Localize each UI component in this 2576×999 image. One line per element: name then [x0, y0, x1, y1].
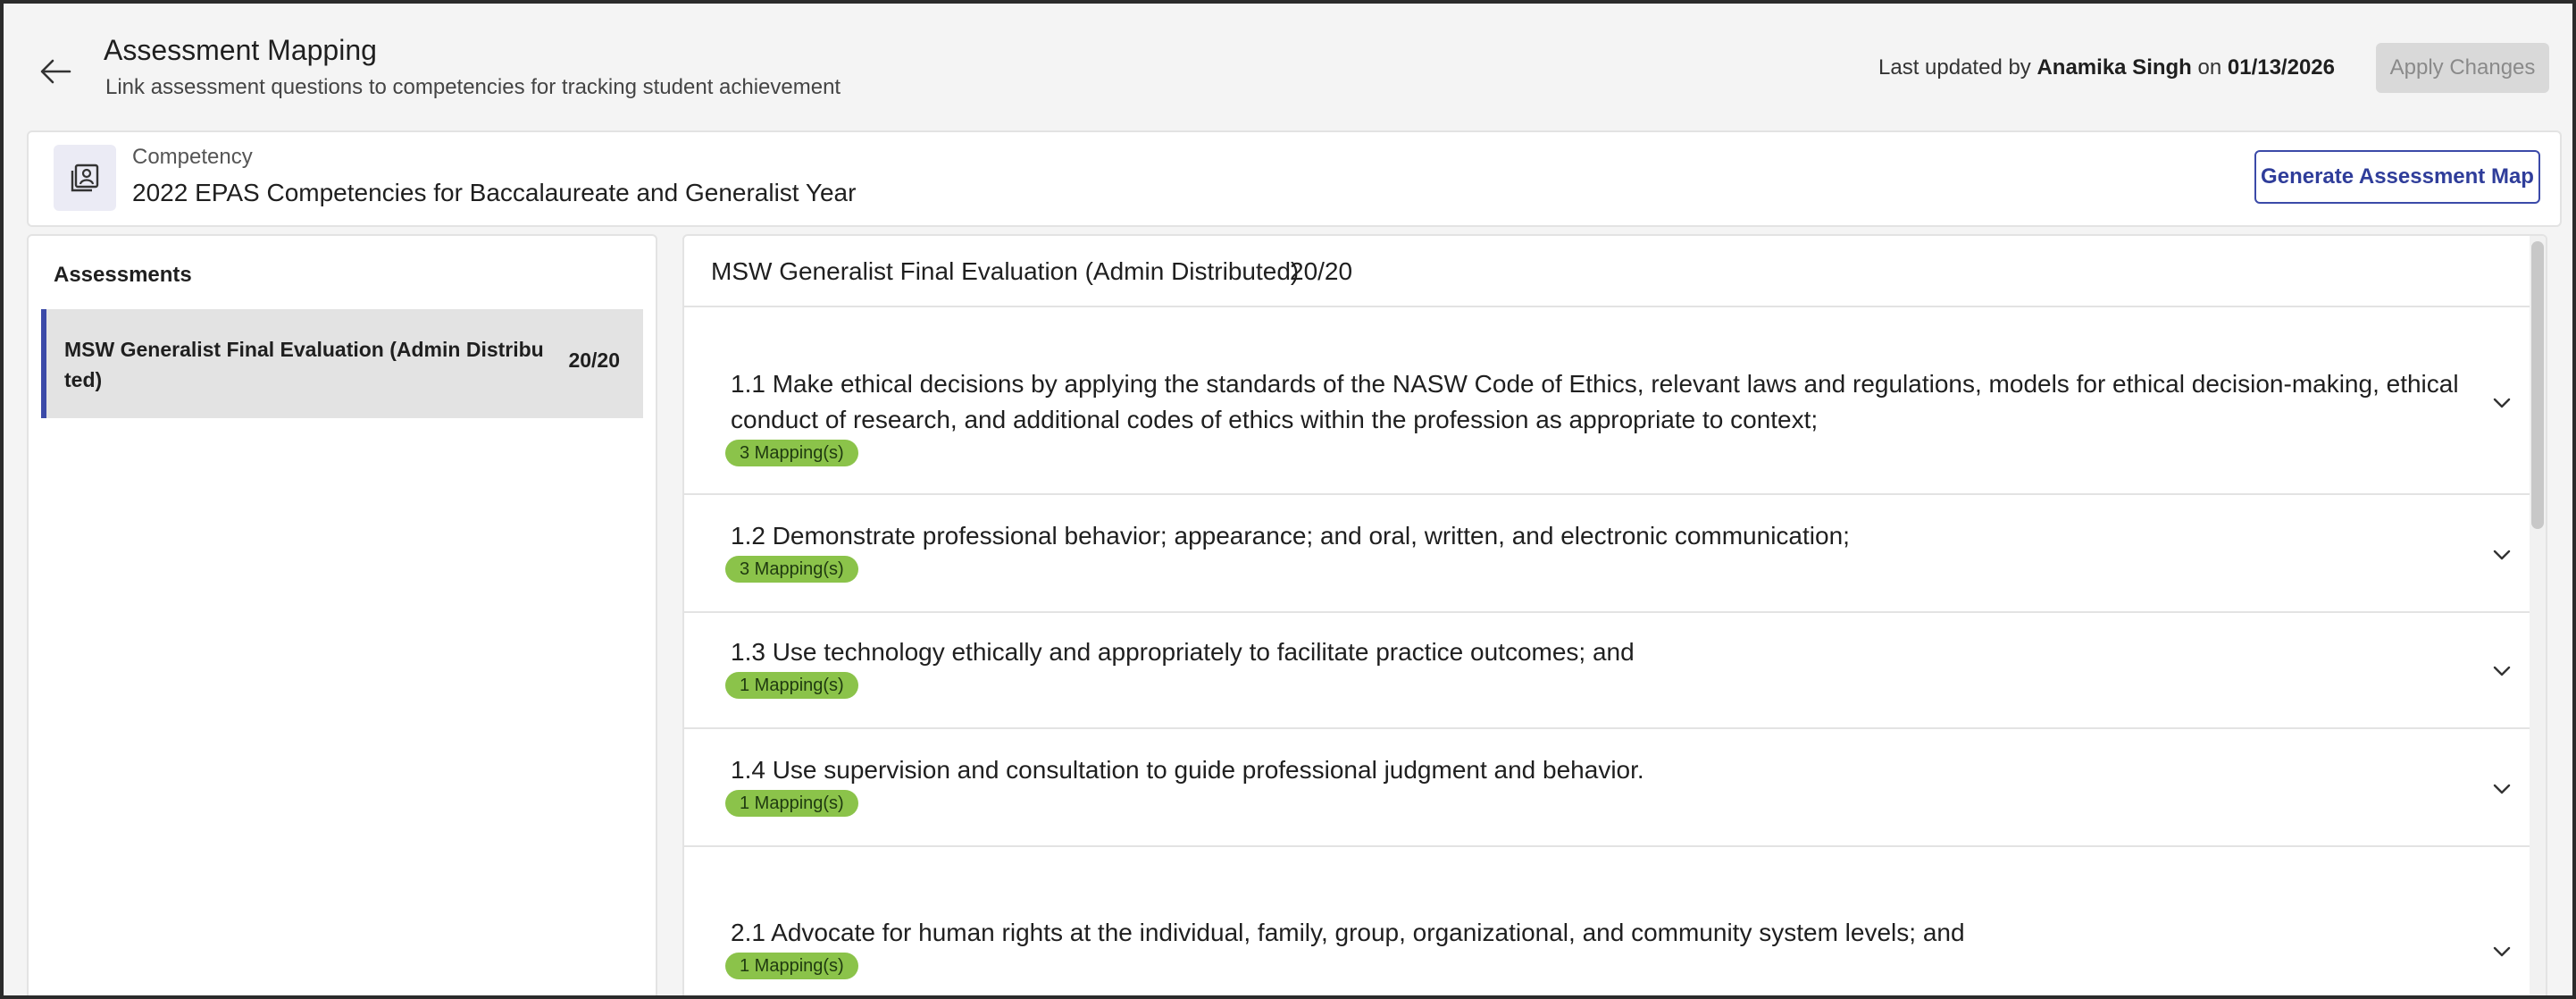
last-updated-text: Last updated by Anamika Singh on 01/13/2…: [1878, 55, 2335, 80]
question-text: 1.2 Demonstrate professional behavior; a…: [731, 522, 1850, 550]
detail-title: MSW Generalist Final Evaluation (Admin D…: [711, 257, 1300, 285]
mapping-count-badge: 3 Mapping(s): [725, 440, 858, 466]
chevron-down-icon[interactable]: [2488, 658, 2515, 684]
assessment-detail-panel: MSW Generalist Final Evaluation (Admin D…: [682, 234, 2547, 995]
mapping-count-badge: 3 Mapping(s): [725, 556, 858, 583]
assessment-name: MSW Generalist Final Evaluation (Admin D…: [64, 338, 544, 391]
scrollbar-thumb[interactable]: [2531, 241, 2544, 529]
assessments-panel: Assessments MSW Generalist Final Evaluat…: [27, 234, 657, 995]
question-row[interactable]: 1.4 Use supervision and consultation to …: [684, 729, 2546, 847]
updated-mid: on: [2191, 55, 2228, 80]
question-row[interactable]: 1.2 Demonstrate professional behavior; a…: [684, 495, 2546, 613]
app-window: Assessment Mapping Link assessment quest…: [0, 0, 2576, 999]
page-subtitle: Link assessment questions to competencie…: [105, 75, 841, 99]
updated-by: Anamika Singh: [2037, 55, 2192, 80]
generate-assessment-map-button[interactable]: Generate Assessment Map: [2254, 150, 2540, 204]
arrow-left-icon: [40, 59, 71, 84]
page-title: Assessment Mapping: [104, 34, 377, 66]
mapping-count-badge: 1 Mapping(s): [725, 953, 858, 979]
question-row[interactable]: 1.3 Use technology ethically and appropr…: [684, 613, 2546, 729]
question-text: 1.3 Use technology ethically and appropr…: [731, 638, 1635, 666]
assessment-list-item[interactable]: MSW Generalist Final Evaluation (Admin D…: [41, 309, 643, 418]
page-header: Assessment Mapping Link assessment quest…: [7, 7, 2572, 127]
back-button[interactable]: [30, 46, 80, 97]
assessments-title: Assessments: [54, 263, 192, 287]
chevron-down-icon[interactable]: [2488, 390, 2515, 416]
question-row[interactable]: 2.1 Advocate for human rights at the ind…: [684, 847, 2546, 995]
apply-changes-button[interactable]: Apply Changes: [2376, 43, 2549, 93]
question-text: 2.1 Advocate for human rights at the ind…: [731, 919, 1965, 946]
competency-icon: [54, 145, 116, 211]
competency-bar: Competency 2022 EPAS Competencies for Ba…: [27, 130, 2562, 227]
chevron-down-icon[interactable]: [2488, 541, 2515, 568]
updated-date: 01/13/2026: [2227, 55, 2335, 80]
competency-label: Competency: [132, 145, 253, 169]
mapping-count-badge: 1 Mapping(s): [725, 672, 858, 699]
question-row[interactable]: 1.1 Make ethical decisions by applying t…: [684, 307, 2546, 495]
mapping-count-badge: 1 Mapping(s): [725, 790, 858, 817]
chevron-down-icon[interactable]: [2488, 938, 2515, 965]
updated-prefix: Last updated by: [1878, 55, 2037, 80]
question-text: 1.4 Use supervision and consultation to …: [731, 756, 1644, 784]
question-text: 1.1 Make ethical decisions by applying t…: [731, 370, 2459, 433]
detail-score: 20/20: [1290, 257, 1353, 285]
chevron-down-icon[interactable]: [2488, 776, 2515, 802]
detail-header: MSW Generalist Final Evaluation (Admin D…: [684, 236, 2546, 307]
competency-value: 2022 EPAS Competencies for Baccalaureate…: [132, 179, 857, 206]
assessment-score: 20/20: [568, 348, 620, 372]
